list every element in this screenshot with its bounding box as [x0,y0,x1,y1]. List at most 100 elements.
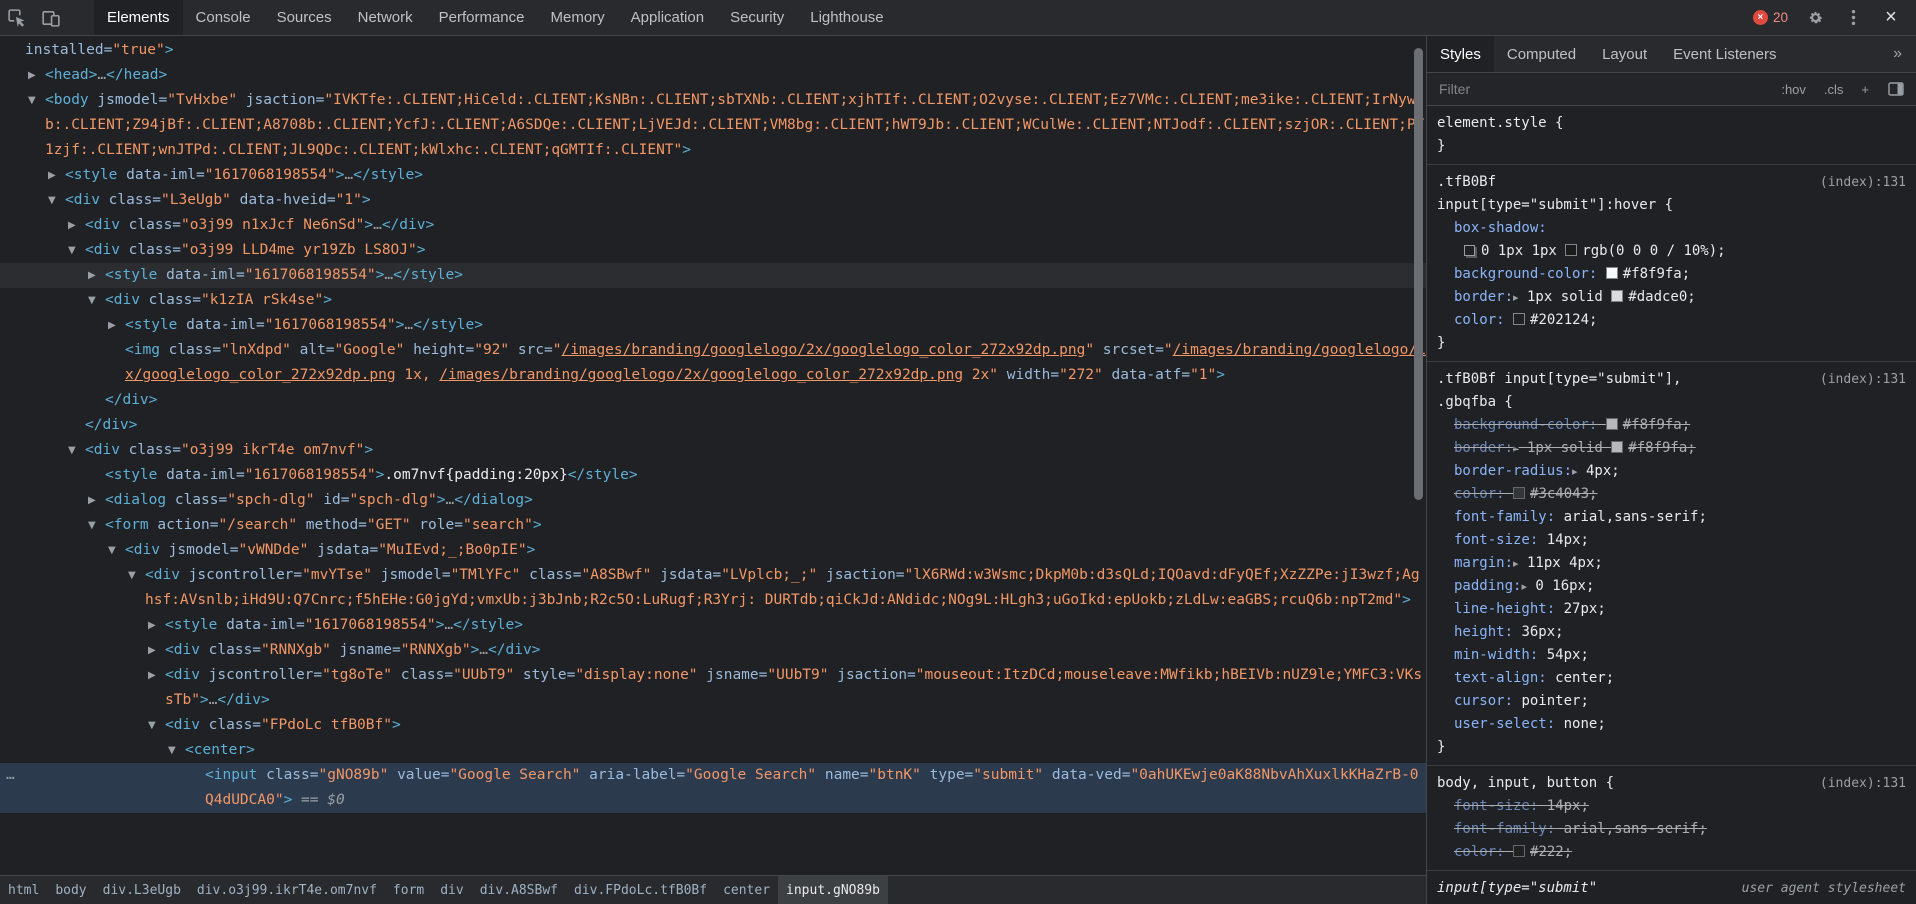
color-swatch-icon[interactable] [1611,441,1623,453]
css-property[interactable]: font-size: 14px; [1437,795,1906,818]
color-swatch-icon[interactable] [1513,845,1525,857]
expand-arrow-icon[interactable]: ▶ [68,213,76,238]
selector-text[interactable]: input[type="submit"]:hover { [1437,197,1673,213]
selector-text[interactable]: .tfB0Bf input[type="submit"], [1437,371,1681,387]
collapse-arrow-icon[interactable]: ▼ [48,188,56,213]
sidebar-tab-layout[interactable]: Layout [1589,36,1660,72]
node-menu-icon[interactable]: … [6,763,15,788]
css-property[interactable]: height: 36px; [1437,621,1906,644]
expand-arrow-icon[interactable]: ▶ [148,613,156,638]
css-property[interactable]: background-color: #f8f9fa; [1437,414,1906,437]
crumb-div[interactable]: div [432,876,471,904]
color-swatch-icon[interactable] [1565,244,1577,256]
tab-sources[interactable]: Sources [264,0,345,35]
css-property[interactable]: min-width: 54px; [1437,644,1906,667]
tree-node[interactable]: </div> [0,413,1426,438]
css-property[interactable]: padding:▸ 0 16px; [1437,575,1906,598]
css-property[interactable]: font-family: arial,sans-serif; [1437,818,1906,841]
tree-node[interactable]: ▼<center> [0,738,1426,763]
selector-text[interactable]: .tfB0Bf [1437,174,1496,190]
shorthand-expand-icon[interactable]: ▸ [1513,442,1519,455]
tree-node[interactable]: ▶<dialog class="spch-dlg" id="spch-dlg">… [0,488,1426,513]
css-property[interactable]: margin:▸ 11px 4px; [1437,552,1906,575]
tree-node[interactable]: <img class="lnXdpd" alt="Google" height=… [0,338,1426,388]
sidebar-tab-styles[interactable]: Styles [1427,36,1494,72]
expand-arrow-icon[interactable]: ▶ [28,63,36,88]
tab-memory[interactable]: Memory [538,0,618,35]
tab-performance[interactable]: Performance [426,0,538,35]
inspect-button[interactable] [0,0,34,35]
css-property[interactable]: color: #222; [1437,841,1906,864]
selector-text[interactable]: input[type="submit" [1437,880,1597,896]
tree-node[interactable]: ▼<div jscontroller="mvYTse" jsmodel="TMl… [0,563,1426,613]
css-property[interactable]: user-select: none; [1437,713,1906,736]
css-property[interactable]: text-align: center; [1437,667,1906,690]
color-swatch-icon[interactable] [1513,313,1525,325]
tree-node[interactable]: installed="true"> [0,38,1426,63]
tree-node[interactable]: ▼<form action="/search" method="GET" rol… [0,513,1426,538]
tree-node[interactable]: ▶<style data-iml="1617068198554">…</styl… [0,263,1426,288]
more-tabs-button[interactable]: » [1879,36,1916,72]
collapse-arrow-icon[interactable]: ▼ [108,538,116,563]
tree-node[interactable]: ▶<style data-iml="1617068198554">…</styl… [0,313,1426,338]
sidebar-tab-event-listeners[interactable]: Event Listeners [1660,36,1789,72]
elements-scrollbar[interactable] [1414,48,1423,500]
color-swatch-icon[interactable] [1611,290,1623,302]
tab-security[interactable]: Security [717,0,797,35]
close-devtools-button[interactable]: × [1874,6,1908,29]
error-badge[interactable]: × 20 [1747,10,1794,25]
crumb-div-fpdolc-tfb0bf[interactable]: div.FPdoLc.tfB0Bf [566,876,715,904]
crumb-div-l3eugb[interactable]: div.L3eUgb [95,876,189,904]
selector-text[interactable]: body, input, button { [1437,775,1614,791]
tree-node[interactable]: ▼<div class="o3j99 LLD4me yr19Zb LS8OJ"> [0,238,1426,263]
crumb-form[interactable]: form [385,876,432,904]
collapse-arrow-icon[interactable]: ▼ [88,288,96,313]
crumb-html[interactable]: html [0,876,47,904]
tab-lighthouse[interactable]: Lighthouse [797,0,896,35]
filter-button--hov[interactable]: :hov [1778,80,1809,99]
css-property[interactable]: border-radius:▸ 4px; [1437,460,1906,483]
stylesheet-link[interactable]: (index):131 [1820,368,1906,391]
selector-text[interactable]: .gbqfba { [1437,394,1513,410]
css-property[interactable]: font-family: arial,sans-serif; [1437,506,1906,529]
filter-button--cls[interactable]: .cls [1821,80,1847,99]
crumb-input-gno89b[interactable]: input.gNO89b [778,876,888,904]
tree-node[interactable]: ▶<style data-iml="1617068198554">…</styl… [0,163,1426,188]
crumb-center[interactable]: center [715,876,778,904]
color-swatch-icon[interactable] [1606,267,1618,279]
collapse-arrow-icon[interactable]: ▼ [88,513,96,538]
styles-filter-input[interactable]: Filter [1435,81,1778,97]
expand-arrow-icon[interactable]: ▶ [148,663,156,688]
tree-node[interactable]: ▼<div class="L3eUgb" data-hveid="1"> [0,188,1426,213]
shorthand-expand-icon[interactable]: ▸ [1513,291,1519,304]
css-property[interactable]: color: #202124; [1437,309,1906,332]
crumb-div-a8sbwf[interactable]: div.A8SBwf [472,876,566,904]
tree-node[interactable]: ▶<head>…</head> [0,63,1426,88]
stylesheet-link[interactable]: (index):131 [1820,772,1906,795]
expand-arrow-icon[interactable]: ▶ [88,488,96,513]
crumb-body[interactable]: body [47,876,94,904]
tree-node[interactable]: ▼<div class="o3j99 ikrT4e om7nvf"> [0,438,1426,463]
css-property[interactable]: line-height: 27px; [1437,598,1906,621]
css-property[interactable]: color: #3c4043; [1437,483,1906,506]
computed-sidebar-toggle-button[interactable] [1884,82,1908,96]
settings-button[interactable] [1798,9,1832,26]
expand-arrow-icon[interactable]: ▶ [48,163,56,188]
tree-node[interactable]: …<input class="gNO89b" value="Google Sea… [0,763,1426,813]
tree-node[interactable]: ▼<div jsmodel="vWNDde" jsdata="MuIEvd;_;… [0,538,1426,563]
css-property[interactable]: box-shadow:0 1px 1px rgb(0 0 0 / 10%); [1437,217,1906,263]
color-swatch-icon[interactable] [1606,418,1618,430]
tree-node[interactable]: ▶<div class="o3j99 n1xJcf Ne6nSd">…</div… [0,213,1426,238]
tree-node[interactable]: ▼<body jsmodel="TvHxbe" jsaction="IVKTfe… [0,88,1426,163]
tree-node[interactable]: ▼<div class="FPdoLc tfB0Bf"> [0,713,1426,738]
tree-node[interactable]: ▶<style data-iml="1617068198554">…</styl… [0,613,1426,638]
shorthand-expand-icon[interactable]: ▸ [1572,465,1578,478]
collapse-arrow-icon[interactable]: ▼ [68,238,76,263]
shadow-editor-icon[interactable] [1464,245,1475,256]
css-property[interactable]: background-color: #f8f9fa; [1437,263,1906,286]
css-property[interactable]: border:▸ 1px solid #dadce0; [1437,286,1906,309]
tree-node[interactable]: ▶<div jscontroller="tg8oTe" class="UUbT9… [0,663,1426,713]
collapse-arrow-icon[interactable]: ▼ [148,713,156,738]
tab-network[interactable]: Network [345,0,426,35]
css-property[interactable]: font-size: 14px; [1437,529,1906,552]
